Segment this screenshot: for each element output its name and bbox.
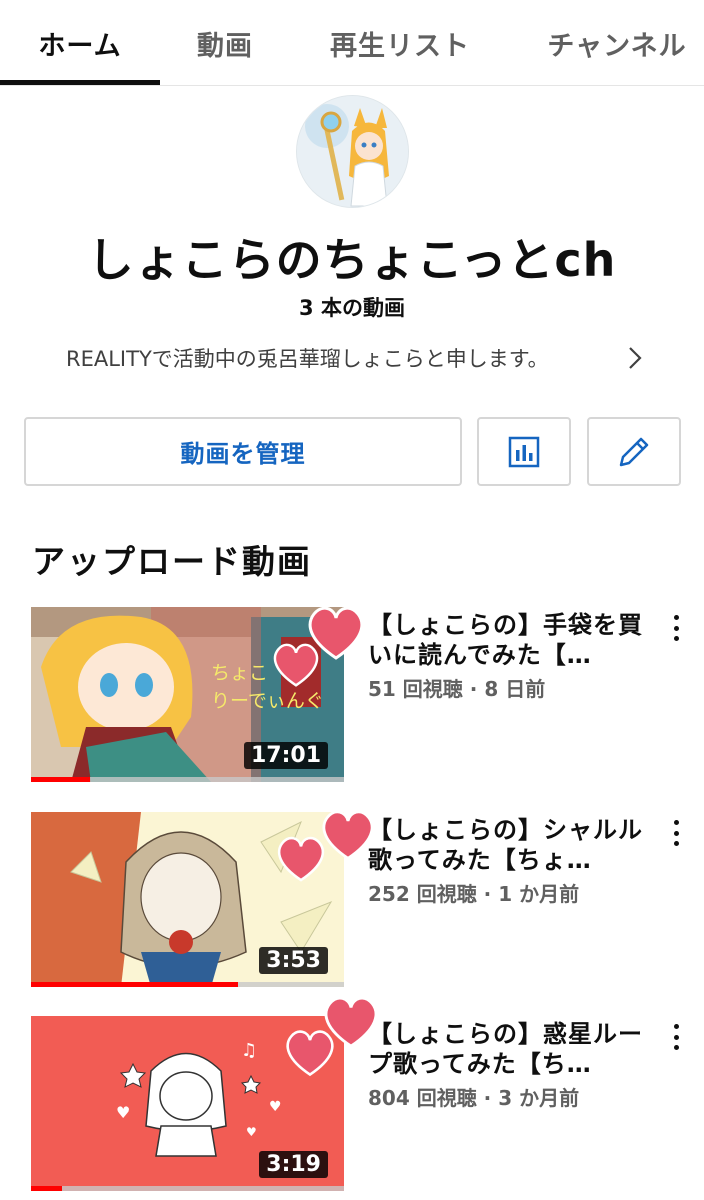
svg-text:♫: ♫ [241, 1040, 257, 1061]
channel-title: しょこらのちょこっとch [87, 233, 617, 287]
heart-sticker-icon [278, 836, 324, 882]
channel-avatar[interactable] [296, 95, 409, 208]
watch-progress-fill [31, 982, 238, 987]
svg-text:♥: ♥ [116, 1103, 130, 1122]
heart-sticker-icon [286, 1030, 334, 1077]
edit-channel-button[interactable] [587, 417, 681, 486]
video-meta: 51 回視聴 · 8 日前 [368, 677, 546, 701]
channel-description[interactable]: REALITYで活動中の兎呂華瑠しょこらと申します。 [66, 338, 646, 378]
watch-progress [31, 1186, 344, 1191]
video-meta: 252 回視聴 · 1 か月前 [368, 882, 580, 906]
tab-channels[interactable]: チャンネル [530, 0, 704, 86]
video-duration: 17:01 [243, 742, 328, 769]
video-meta: 804 回視聴 · 3 か月前 [368, 1086, 580, 1110]
svg-text:りーでぃんぐ: りーでぃんぐ [211, 690, 324, 712]
watch-progress-fill [31, 1186, 63, 1191]
svg-text:♥: ♥ [269, 1099, 282, 1115]
heart-sticker-icon [273, 643, 319, 687]
tab-playlists[interactable]: 再生リスト [300, 0, 500, 86]
active-tab-indicator [0, 80, 160, 85]
video-title[interactable]: 【しょこらの】シャルル歌ってみた【ちょ… [368, 815, 648, 875]
video-duration: 3:19 [259, 1151, 328, 1178]
watch-progress [31, 777, 344, 782]
video-title[interactable]: 【しょこらの】惑星ループ歌ってみた【ち… [368, 1019, 648, 1079]
video-thumbnail[interactable]: ちょこ りーでぃんぐ 17:01 [31, 607, 344, 782]
pencil-icon [619, 437, 649, 466]
video-title[interactable]: 【しょこらの】手袋を買いに読んでみた【… [368, 610, 648, 670]
analytics-button[interactable] [477, 417, 571, 486]
watch-progress [31, 982, 344, 987]
bar-chart-icon [508, 436, 540, 467]
svg-text:ちょこ: ちょこ [211, 662, 268, 684]
more-options-icon[interactable] [664, 1020, 688, 1054]
more-options-icon[interactable] [664, 816, 688, 850]
tab-videos[interactable]: 動画 [160, 0, 290, 86]
tab-home[interactable]: ホーム [0, 0, 160, 86]
channel-tabs: ホーム 動画 再生リスト チャンネル [0, 0, 704, 86]
svg-text:♥: ♥ [246, 1125, 257, 1139]
video-count: 3 本の動画 [299, 296, 405, 320]
more-options-icon[interactable] [664, 611, 688, 645]
watch-progress-fill [31, 777, 91, 782]
chevron-right-icon [629, 347, 642, 369]
manage-videos-button[interactable]: 動画を管理 [24, 417, 462, 486]
description-text: REALITYで活動中の兎呂華瑠しょこらと申します。 [66, 347, 549, 371]
uploads-section-title: アップロード動画 [32, 542, 312, 581]
video-duration: 3:53 [259, 947, 328, 974]
